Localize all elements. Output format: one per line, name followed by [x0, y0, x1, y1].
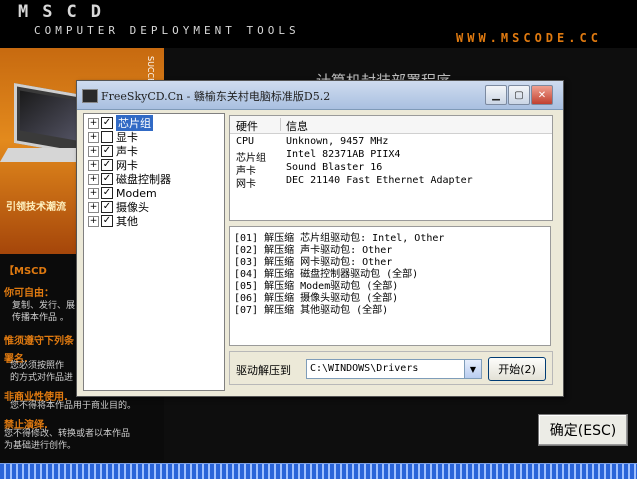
log-line: [07] 解压缩 其他驱动包 (全部)	[234, 305, 389, 316]
start-button[interactable]: 开始(2)	[488, 357, 546, 381]
maximize-icon: ▢	[514, 89, 524, 101]
checkbox-icon[interactable]: ✓	[101, 145, 113, 157]
extract-path-label: 驱动解压到	[236, 364, 291, 377]
expand-icon[interactable]: +	[88, 117, 99, 129]
table-row[interactable]: 声卡 Sound Blaster 16	[230, 162, 552, 177]
close-button[interactable]: ✕	[531, 85, 553, 105]
hardware-info: Intel 82371AB PIIX4	[286, 149, 401, 160]
column-divider[interactable]	[280, 118, 281, 131]
tree-item-modem[interactable]: + ✓ Modem	[88, 186, 157, 200]
tree-item-label: 其他	[116, 215, 138, 228]
expand-icon[interactable]: +	[88, 201, 99, 213]
chevron-down-icon[interactable]: ▼	[464, 360, 481, 378]
tree-item-chipset[interactable]: + ✓ 芯片组	[88, 115, 153, 131]
expand-icon[interactable]: +	[88, 215, 99, 227]
tree-item-label: Modem	[116, 186, 157, 200]
side-tagline: 引领技术潮流	[6, 202, 66, 213]
extract-path-select[interactable]: C:\WINDOWS\Drivers ▼	[306, 359, 482, 379]
app-icon	[82, 89, 98, 103]
license-freedom-head: 你可自由：	[4, 288, 54, 299]
checkbox-icon[interactable]: ✓	[101, 215, 113, 227]
title-bar[interactable]: FreeSkyCD.Cn - 赣榆东关村电脑标准版D5.2 ▁ ▢ ✕	[77, 81, 563, 110]
checkbox-icon[interactable]	[101, 131, 113, 143]
brand-logo-text: MSCD	[18, 2, 115, 22]
bottom-progress-strip	[0, 463, 637, 479]
checkbox-icon[interactable]: ✓	[101, 187, 113, 199]
expand-icon[interactable]: +	[88, 159, 99, 171]
license-freedom-text: 复制、发行、展 传播本作品 。	[12, 301, 76, 323]
tree-item-label: 磁盘控制器	[116, 173, 171, 186]
expand-icon[interactable]: +	[88, 187, 99, 199]
checkbox-icon[interactable]: ✓	[101, 201, 113, 213]
brand-subtitle: COMPUTER DEPLOYMENT TOOLS	[34, 24, 300, 37]
close-icon: ✕	[537, 89, 547, 101]
license-header: 【MSCD	[4, 266, 47, 277]
extract-controls: 驱动解压到 C:\WINDOWS\Drivers ▼ 开始(2)	[229, 351, 553, 385]
license-noderivs-text: 您不得修改、转换或者以本作品 为基础进行创作。	[4, 429, 131, 451]
column-header-info[interactable]: 信息	[286, 118, 308, 134]
extract-log[interactable]: [01] 解压缩 芯片组驱动包: Intel, Other [02] 解压缩 声…	[229, 226, 551, 346]
table-row[interactable]: 芯片组 Intel 82371AB PIIX4	[230, 149, 552, 164]
maximize-button[interactable]: ▢	[508, 85, 530, 105]
hardware-list[interactable]: 硬件 信息 CPU Unknown, 9457 MHz 芯片组 Intel 82…	[229, 115, 553, 221]
tree-item-network[interactable]: + ✓ 网卡	[88, 158, 138, 172]
tree-item-camera[interactable]: + ✓ 摄像头	[88, 200, 149, 214]
table-row[interactable]: CPU Unknown, 9457 MHz	[230, 136, 552, 149]
tree-item-other[interactable]: + ✓ 其他	[88, 214, 138, 228]
checkbox-icon[interactable]: ✓	[101, 117, 113, 129]
minimize-icon: ▁	[492, 89, 500, 101]
checkbox-icon[interactable]: ✓	[101, 173, 113, 185]
hardware-info: Unknown, 9457 MHz	[286, 136, 389, 147]
expand-icon[interactable]: +	[88, 173, 99, 185]
tree-item-sound[interactable]: + ✓ 声卡	[88, 144, 138, 158]
minimize-button[interactable]: ▁	[485, 85, 507, 105]
extract-path-value: C:\WINDOWS\Drivers	[310, 363, 419, 374]
hardware-info: DEC 21140 Fast Ethernet Adapter	[286, 175, 473, 186]
hardware-name: CPU	[236, 136, 255, 147]
ok-button[interactable]: 确定(ESC)	[538, 414, 628, 446]
license-attribution-text: 您必须按照作 的方式对作品进	[10, 361, 74, 383]
license-conditions-head: 惟须遵守下列条	[4, 336, 74, 347]
expand-icon[interactable]: +	[88, 131, 99, 143]
hardware-list-header: 硬件 信息	[230, 116, 552, 134]
hardware-info: Sound Blaster 16	[286, 162, 383, 173]
tree-item-display[interactable]: + 显卡	[88, 130, 138, 144]
expand-icon[interactable]: +	[88, 145, 99, 157]
tree-item-disk-controller[interactable]: + ✓ 磁盘控制器	[88, 172, 171, 186]
driver-dialog: FreeSkyCD.Cn - 赣榆东关村电脑标准版D5.2 ▁ ▢ ✕ + ✓ …	[76, 80, 564, 397]
window-title: FreeSkyCD.Cn - 赣榆东关村电脑标准版D5.2	[101, 90, 331, 103]
hardware-name: 网卡	[236, 179, 256, 190]
column-header-hardware[interactable]: 硬件	[236, 118, 258, 134]
table-row[interactable]: 网卡 DEC 21140 Fast Ethernet Adapter	[230, 175, 552, 190]
license-noncommercial-text: 您不得将本作品用于商业目的。	[10, 401, 137, 411]
driver-tree: + ✓ 芯片组 + 显卡 + ✓ 声卡 + ✓ 网卡 + ✓ 磁盘控制器 + ✓…	[83, 113, 225, 391]
website-text: WWW.MSCODE.CC	[456, 31, 602, 45]
checkbox-icon[interactable]: ✓	[101, 159, 113, 171]
